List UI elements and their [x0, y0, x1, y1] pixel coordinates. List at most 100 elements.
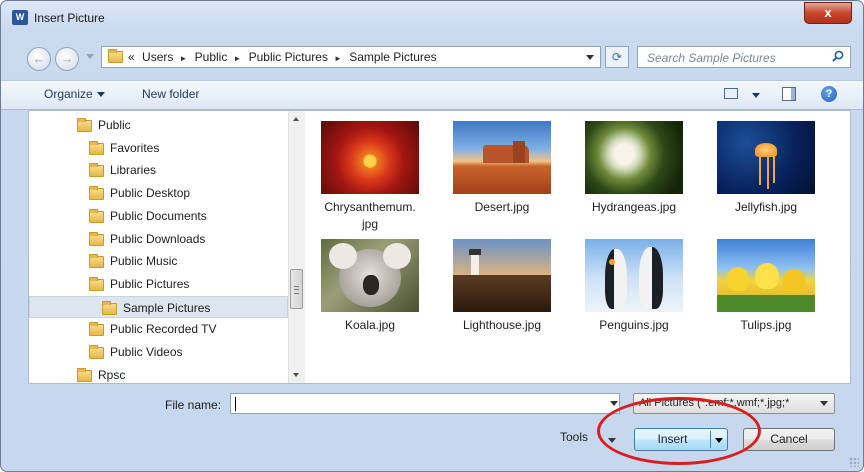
- file-name-label: Jellyfish.jpg: [706, 199, 826, 216]
- folder-icon: [89, 345, 104, 359]
- browser-area: Public Favorites Libraries Public Desktop Pu…: [28, 110, 851, 384]
- nav-tree-item[interactable]: Public Pictures: [89, 273, 289, 295]
- search-icon[interactable]: [832, 50, 844, 62]
- dialog-footer: File name: All Pictures (*.emf;*.wmf;*.j…: [1, 384, 863, 471]
- preview-pane-icon[interactable]: [782, 87, 796, 101]
- hydrangeas-thumbnail-image: [585, 121, 683, 194]
- breadcrumb-separator-icon[interactable]: ►: [179, 54, 187, 63]
- file-name-line: Koala.jpg: [344, 318, 396, 332]
- folder-icon: [89, 322, 104, 337]
- nav-tree-item[interactable]: Public Desktop: [89, 182, 289, 204]
- nav-tree-item[interactable]: Sample Pictures: [29, 295, 288, 318]
- nav-tree-item[interactable]: Public Recorded TV: [89, 318, 289, 340]
- search-input[interactable]: Search Sample Pictures: [637, 46, 851, 68]
- tools-button[interactable]: Tools: [560, 430, 588, 444]
- file-thumbnail-item[interactable]: Desert.jpg: [442, 121, 562, 216]
- folder-icon: [89, 276, 104, 291]
- breadcrumb-sample-pictures[interactable]: Sample Pictures: [349, 50, 436, 64]
- address-bar: ← → « Users ► Public ► Public Pictures ► Sa…: [1, 37, 863, 75]
- file-thumbnail-item[interactable]: Hydrangeas.jpg: [574, 121, 694, 216]
- desert-thumbnail-image: [453, 121, 551, 194]
- cancel-button[interactable]: Cancel: [743, 428, 835, 451]
- file-name-line: Lighthouse.jpg: [462, 318, 542, 332]
- file-thumbnail-item[interactable]: Lighthouse.jpg: [442, 239, 562, 334]
- nav-tree-label: Public Desktop: [110, 186, 191, 201]
- file-thumbnail-item[interactable]: Koala.jpg: [310, 239, 430, 334]
- folder-icon: [77, 367, 92, 382]
- tools-dropdown-icon[interactable]: [608, 438, 616, 443]
- nav-tree-label: Libraries: [110, 163, 157, 178]
- breadcrumb-public[interactable]: Public: [195, 50, 228, 64]
- nav-tree-label: Public Downloads: [110, 231, 206, 246]
- breadcrumb-users[interactable]: Users: [142, 50, 173, 64]
- back-arrow-icon[interactable]: ←: [27, 47, 51, 71]
- breadcrumb-public-pictures[interactable]: Public Pictures: [249, 50, 328, 64]
- folder-icon: [102, 300, 117, 315]
- insert-button[interactable]: Insert: [634, 428, 728, 451]
- file-name-line: Penguins.jpg: [599, 318, 669, 332]
- file-name-line: Desert.jpg: [474, 200, 530, 214]
- address-path-box[interactable]: « Users ► Public ► Public Pictures ► Sample…: [101, 46, 601, 68]
- nav-tree-label: Public Videos: [110, 345, 183, 359]
- word-icon: W: [12, 10, 28, 25]
- views-dropdown-icon[interactable]: [752, 93, 760, 98]
- file-name-label: Koala.jpg: [310, 317, 430, 334]
- nav-tree-item[interactable]: Libraries: [89, 159, 289, 181]
- folder-icon: [89, 254, 104, 269]
- file-type-select[interactable]: All Pictures (*.emf;*.wmf;*.jpg;*: [633, 393, 835, 414]
- scroll-thumb[interactable]: [290, 269, 303, 309]
- navigation-scrollbar[interactable]: [288, 111, 305, 383]
- breadcrumb: « Users ► Public ► Public Pictures ► Sample…: [128, 50, 441, 64]
- folder-icon: [89, 231, 104, 246]
- file-name-line: jpg: [361, 217, 378, 231]
- lighthouse-thumbnail-image: [453, 239, 551, 312]
- file-name-line: Tulips.jpg: [740, 318, 792, 332]
- folder-icon: [89, 140, 104, 155]
- insert-picture-dialog: W Insert Picture x ← → « Users ► Public ► …: [0, 0, 864, 472]
- nav-tree-item[interactable]: Public: [77, 114, 277, 136]
- refresh-icon[interactable]: ⟳: [605, 46, 629, 68]
- split-divider: [710, 431, 711, 448]
- file-thumbnail-item[interactable]: Penguins.jpg: [574, 239, 694, 334]
- file-name-line: Jellyfish.jpg: [734, 200, 798, 214]
- file-name-label: Chrysanthemum. jpg: [310, 199, 430, 233]
- file-thumbnail-item[interactable]: Jellyfish.jpg: [706, 121, 826, 216]
- organize-button[interactable]: Organize: [44, 87, 105, 101]
- scroll-up-icon[interactable]: [293, 117, 299, 121]
- organize-label: Organize: [44, 87, 93, 101]
- file-name-field[interactable]: [230, 393, 620, 414]
- nav-tree-item[interactable]: Public Documents: [89, 205, 289, 227]
- breadcrumb-separator-icon[interactable]: ►: [233, 54, 241, 63]
- nav-tree-item[interactable]: Public Downloads: [89, 228, 289, 250]
- file-type-value: All Pictures (*.emf;*.wmf;*.jpg;*: [639, 397, 790, 409]
- resize-grip-icon[interactable]: [849, 457, 859, 467]
- forward-arrow-icon[interactable]: →: [55, 47, 79, 71]
- file-name-dropdown-icon[interactable]: [610, 401, 618, 406]
- nav-tree-item[interactable]: Favorites: [89, 137, 289, 159]
- file-thumbnail-item[interactable]: Tulips.jpg: [706, 239, 826, 334]
- breadcrumb-overflow[interactable]: «: [128, 50, 135, 64]
- scroll-down-icon[interactable]: [293, 373, 299, 377]
- file-name-label: Lighthouse.jpg: [442, 317, 562, 334]
- nav-tree-label: Sample Pictures: [123, 300, 211, 315]
- chrysanthemum-thumbnail-image: [321, 121, 419, 194]
- views-icon[interactable]: [724, 88, 738, 99]
- folder-icon: [77, 118, 92, 132]
- file-name-label: File name:: [165, 398, 222, 412]
- help-icon[interactable]: ?: [821, 86, 837, 102]
- nav-tree-item[interactable]: Public Music: [89, 250, 289, 272]
- file-name-line: Hydrangeas.jpg: [591, 200, 677, 214]
- new-folder-button[interactable]: New folder: [142, 87, 199, 101]
- file-name-label: Tulips.jpg: [706, 317, 826, 334]
- insert-options-chevron-icon[interactable]: [715, 438, 723, 443]
- nav-tree-item[interactable]: Rpsc: [77, 364, 277, 383]
- close-button[interactable]: x: [804, 2, 852, 24]
- breadcrumb-separator-icon[interactable]: ►: [334, 54, 342, 63]
- nav-tree-item[interactable]: Public Videos: [89, 341, 289, 363]
- nav-tree-label: Rpsc: [98, 367, 126, 382]
- jellyfish-thumbnail-image: [717, 121, 815, 194]
- address-dropdown-icon[interactable]: [586, 55, 594, 60]
- search-placeholder: Search Sample Pictures: [647, 51, 776, 65]
- file-thumbnail-item[interactable]: Chrysanthemum. jpg: [310, 121, 430, 233]
- recent-pages-chevron-icon[interactable]: [86, 54, 94, 59]
